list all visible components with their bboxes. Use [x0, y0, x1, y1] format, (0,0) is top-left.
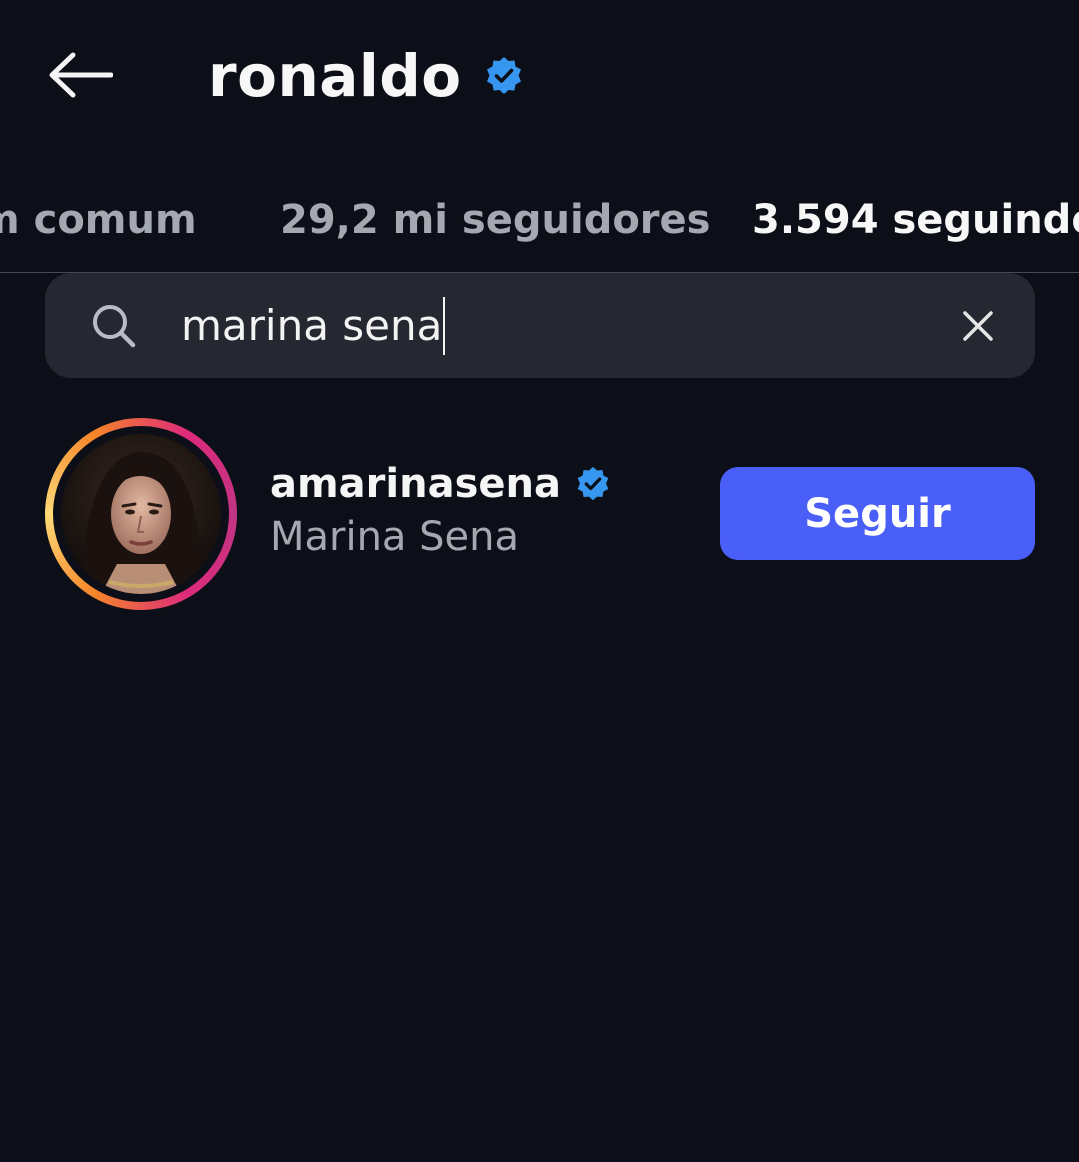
verified-badge-icon [577, 466, 609, 501]
portrait-image [61, 434, 221, 594]
tab-followers[interactable]: 29,2 mi seguidores [280, 197, 710, 243]
list-item[interactable]: amarinasena Marina Sena Seguir [0, 410, 1079, 620]
back-button[interactable] [40, 40, 120, 110]
close-icon[interactable] [955, 303, 1001, 349]
user-info[interactable]: amarinasena Marina Sena [270, 458, 611, 560]
search-input[interactable]: marina sena [181, 297, 446, 355]
search-icon [93, 305, 136, 348]
top-bar: ronaldo [0, 0, 1079, 150]
tab-mutual[interactable]: m comum [0, 197, 197, 243]
verified-badge-icon [486, 57, 521, 94]
avatar-ring-gap [53, 426, 229, 602]
page-title: ronaldo [208, 42, 462, 110]
profile-tabs: m comum 29,2 mi seguidores 3.594 seguind… [0, 185, 1079, 273]
username: amarinasena [270, 461, 561, 507]
profile-photo [61, 434, 221, 594]
profile-title-group: ronaldo [208, 36, 524, 116]
search-input-text: marina sena [181, 301, 443, 350]
username-line: amarinasena [270, 458, 611, 510]
full-name: Marina Sena [270, 514, 520, 560]
arrow-left-icon [49, 52, 113, 98]
tab-following[interactable]: 3.594 seguindo [752, 197, 1079, 243]
search-bar[interactable]: marina sena [45, 273, 1035, 378]
follow-button[interactable]: Seguir [720, 467, 1035, 560]
avatar[interactable] [45, 418, 237, 610]
text-caret [443, 297, 446, 355]
